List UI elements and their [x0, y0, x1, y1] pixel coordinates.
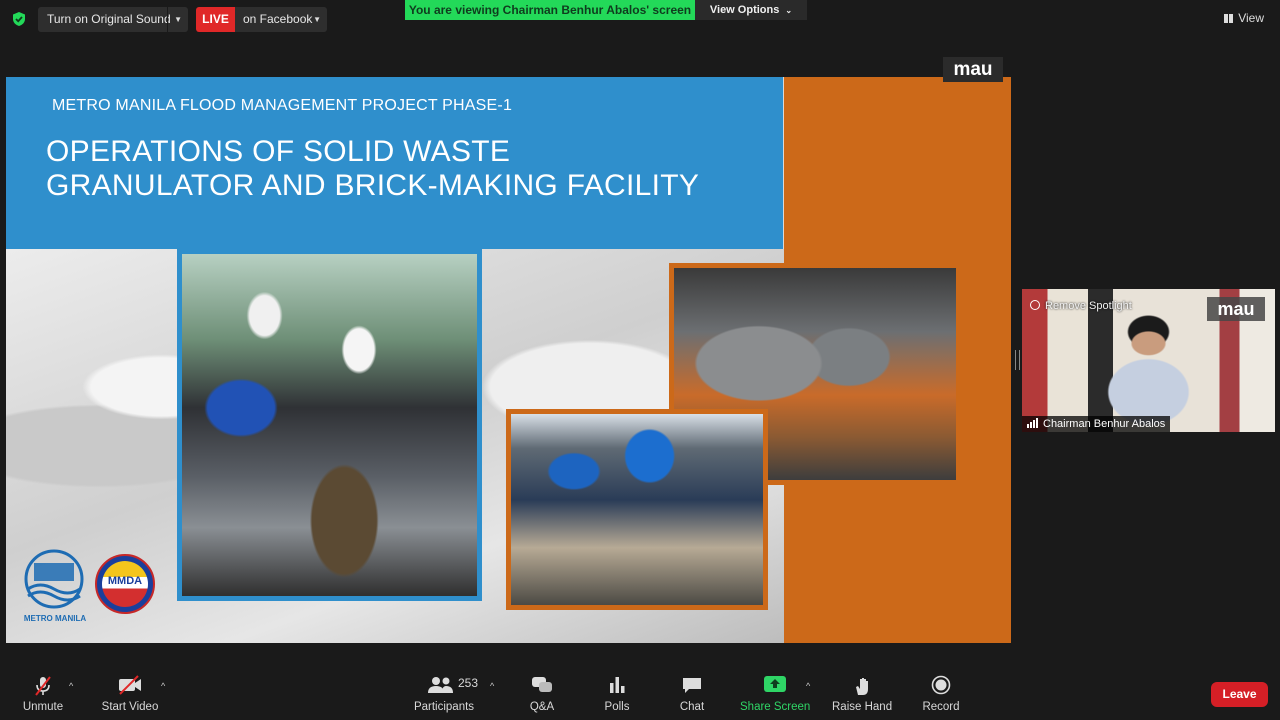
chat-button[interactable]: Chat: [672, 665, 712, 720]
polls-button[interactable]: Polls: [597, 665, 637, 720]
participant-video-tile[interactable]: Remove Spotlight mau Chairman Benhur Aba…: [1022, 289, 1275, 432]
start-video-button[interactable]: Start Video: [98, 665, 162, 720]
slide-title: OPERATIONS OF SOLID WASTE GRANULATOR AND…: [46, 135, 699, 203]
security-shield-icon[interactable]: [11, 11, 27, 27]
unmute-label: Unmute: [22, 701, 64, 713]
split-divider: [167, 7, 168, 32]
slide-title-line-2: GRANULATOR AND BRICK-MAKING FACILITY: [46, 169, 700, 202]
meeting-toolbar: Unmute ^ Start Video ^ Participants 253 …: [0, 665, 1280, 720]
view-options-label: View Options: [709, 4, 780, 16]
participants-count: 253: [458, 676, 479, 690]
participants-icon: [428, 677, 453, 693]
raise-hand-icon: [856, 678, 868, 695]
original-sound-label: Turn on Original Sound: [47, 12, 171, 26]
participants-label: Participants: [413, 701, 475, 713]
connection-signal-icon: [1027, 418, 1038, 428]
view-options-button[interactable]: View Options ⌄: [695, 0, 807, 20]
qa-icon: [532, 677, 552, 692]
live-destination-label: on Facebook: [243, 12, 313, 26]
grid-view-icon: [1224, 14, 1234, 23]
viewing-screen-banner: You are viewing Chairman Benhur Abalos' …: [405, 0, 695, 20]
slide-subtitle: METRO MANILA FLOOD MANAGEMENT PROJECT PH…: [52, 97, 513, 114]
audio-options-chevron-icon[interactable]: ^: [69, 681, 73, 691]
chat-label: Chat: [679, 701, 705, 713]
remove-spotlight-label: Remove Spotlight: [1045, 300, 1132, 312]
qa-button[interactable]: Q&A: [522, 665, 562, 720]
unmute-button[interactable]: Unmute: [14, 665, 72, 720]
title-box: METRO MANILA FLOOD MANAGEMENT PROJECT PH…: [6, 77, 783, 249]
original-sound-button[interactable]: Turn on Original Sound ▼: [38, 7, 188, 32]
live-destination-button[interactable]: on Facebook ▼: [235, 7, 327, 32]
chevron-down-icon: ⌄: [785, 6, 793, 15]
live-badge[interactable]: LIVE: [196, 7, 235, 32]
resize-handle[interactable]: [1015, 350, 1020, 370]
share-screen-icon: [764, 676, 786, 692]
raise-hand-label: Raise Hand: [832, 701, 893, 713]
record-label: Record: [922, 701, 960, 713]
spotlight-icon: [1030, 300, 1040, 310]
mmda-logo: MMDA: [95, 554, 155, 614]
chevron-down-icon[interactable]: ▼: [313, 7, 321, 32]
metro-manila-logo-text: METRO MANILA: [23, 614, 87, 623]
video-camera-off-icon: [119, 675, 141, 695]
raise-hand-button[interactable]: Raise Hand: [832, 665, 892, 720]
participant-name: Chairman Benhur Abalos: [1043, 418, 1166, 430]
slide-title-line-1: OPERATIONS OF SOLID WASTE: [46, 135, 511, 168]
participants-button[interactable]: Participants: [413, 665, 475, 720]
conveyor-workers-photo: [506, 409, 768, 610]
shared-screen-slide: METRO MANILA FLOOD MANAGEMENT PROJECT PH…: [6, 77, 1011, 643]
start-video-label: Start Video: [101, 701, 159, 713]
view-button[interactable]: View: [1224, 11, 1264, 25]
share-options-chevron-icon[interactable]: ^: [806, 681, 810, 691]
participant-name-label: Chairman Benhur Abalos: [1022, 416, 1171, 432]
remove-spotlight-button[interactable]: Remove Spotlight: [1030, 300, 1132, 312]
slide-watermark: mau: [943, 57, 1003, 82]
polls-icon: [610, 677, 625, 693]
record-icon: [931, 675, 951, 695]
view-label: View: [1238, 11, 1264, 25]
chat-icon: [683, 678, 701, 693]
record-button[interactable]: Record: [918, 665, 964, 720]
waste-sorting-photo: [177, 249, 482, 601]
leave-button[interactable]: Leave: [1211, 682, 1268, 707]
share-screen-button[interactable]: Share Screen: [740, 665, 810, 720]
participants-options-chevron-icon[interactable]: ^: [490, 681, 494, 691]
video-options-chevron-icon[interactable]: ^: [161, 681, 165, 691]
mmda-logo-text: MMDA: [107, 575, 143, 587]
share-screen-label: Share Screen: [740, 701, 811, 713]
chevron-down-icon[interactable]: ▼: [174, 7, 182, 32]
qa-label: Q&A: [529, 701, 555, 713]
microphone-muted-icon: [35, 676, 51, 696]
video-watermark: mau: [1207, 297, 1265, 321]
polls-label: Polls: [604, 701, 630, 713]
